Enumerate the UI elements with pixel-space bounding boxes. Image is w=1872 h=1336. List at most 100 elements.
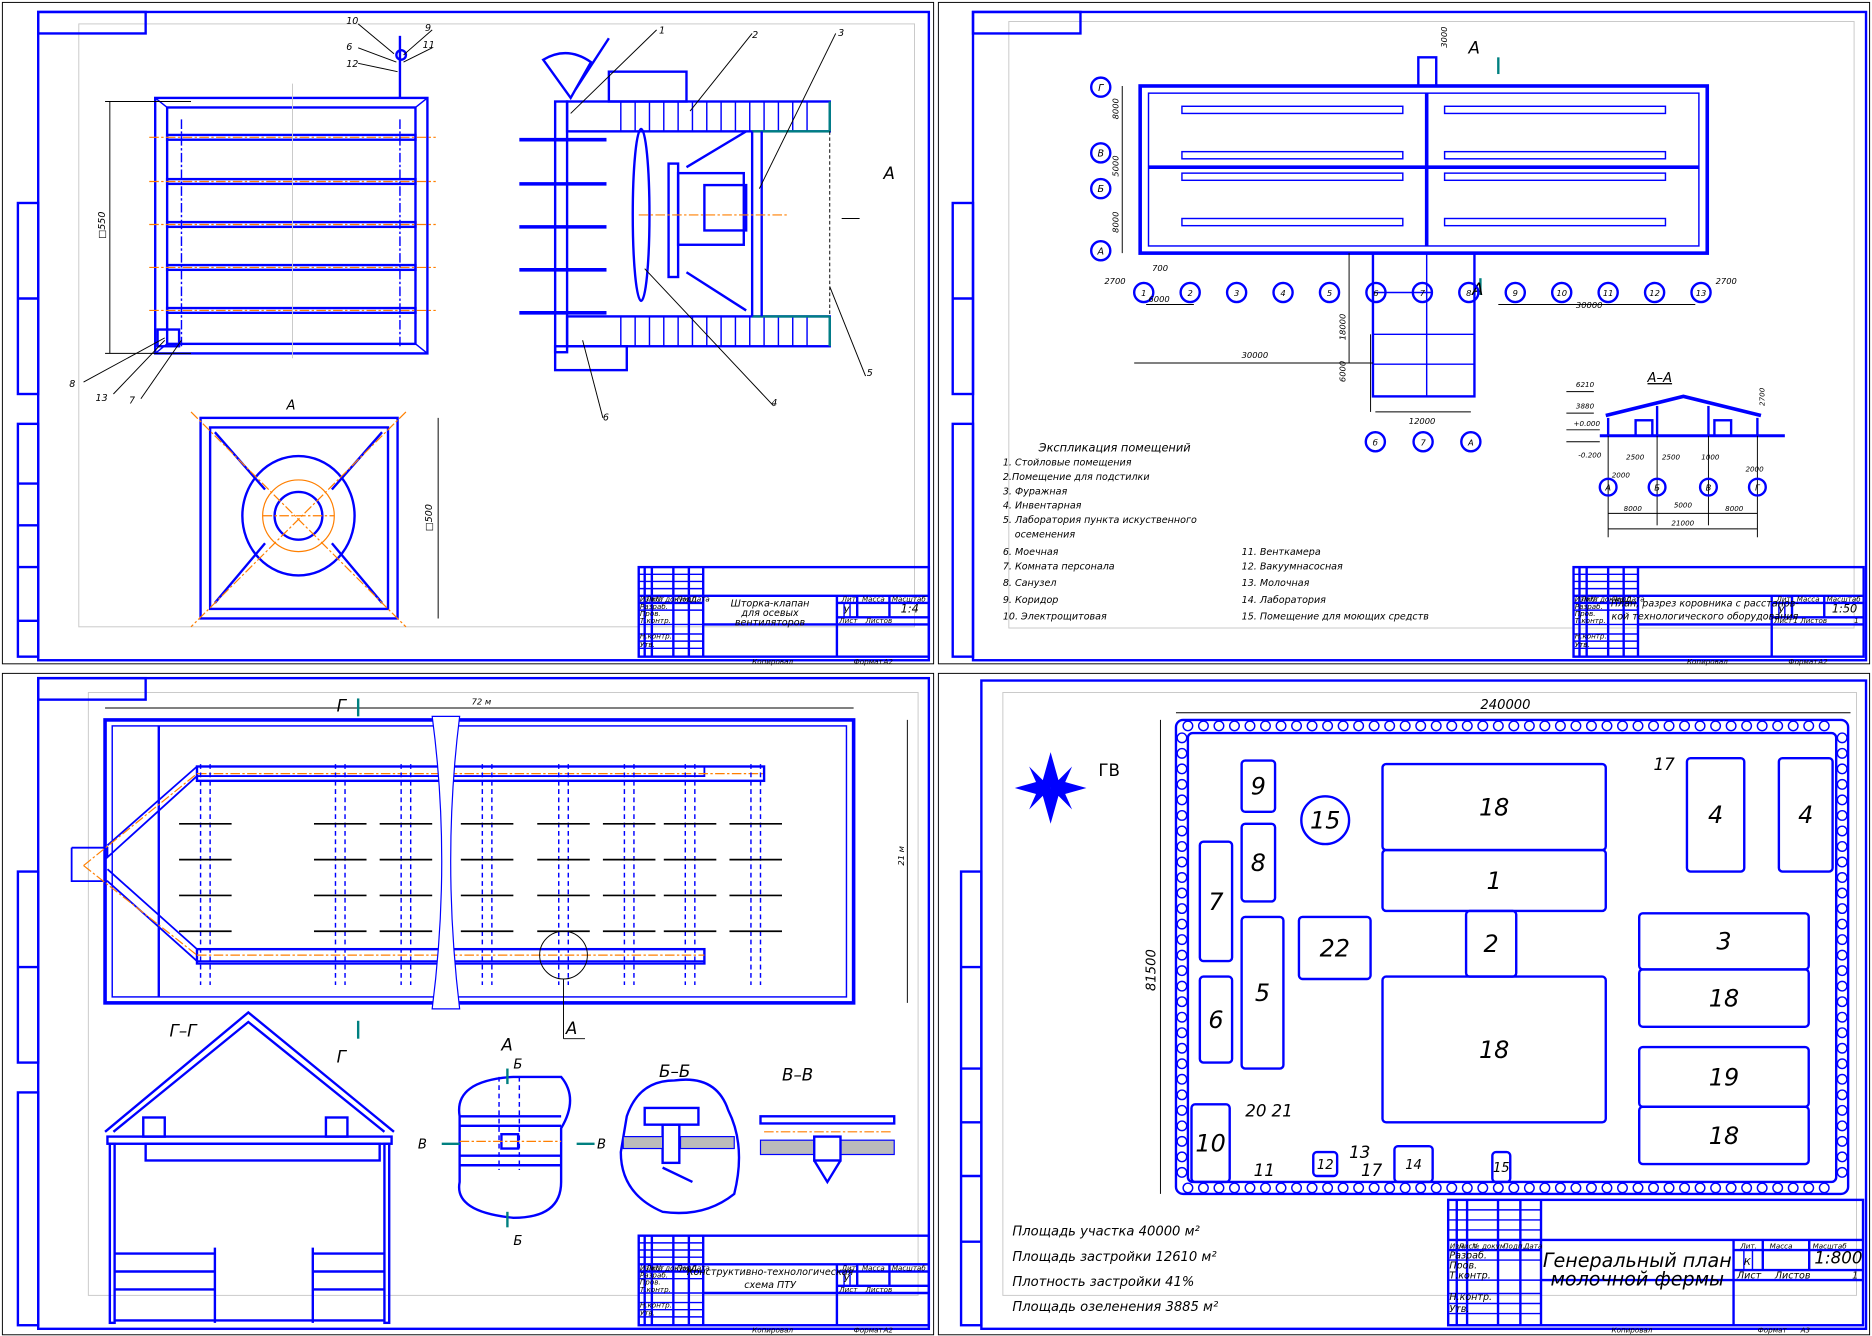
svg-text:3: 3 xyxy=(1234,288,1239,298)
svg-text:Б–Б: Б–Б xyxy=(659,1061,690,1081)
svg-text:21 м: 21 м xyxy=(896,846,906,866)
svg-text:В: В xyxy=(597,1138,606,1153)
barn-floor-plan: А А ГВБА1 2 3 4 5 6 7 8 9 10 11 12 13б 7 А 8000 5000 8… xyxy=(1090,27,1737,453)
svg-text:Копировал: Копировал xyxy=(1611,1325,1652,1334)
building-number: 18 xyxy=(1479,793,1509,821)
drawing-title: вентиляторов xyxy=(735,618,806,629)
explication-item: 1. Стойловые помещения xyxy=(1003,458,1132,469)
explication-of-rooms: Экспликация помещений 1. Стойловые помещ… xyxy=(1003,440,1429,622)
svg-text:Листов: Листов xyxy=(1774,1270,1811,1281)
svg-text:1: 1 xyxy=(1852,1270,1858,1281)
svg-text:Масса: Масса xyxy=(1770,1241,1793,1250)
svg-text:81500: 81500 xyxy=(1145,949,1160,991)
building-number: 21 xyxy=(1271,1100,1292,1120)
section-b-b: Б–Б xyxy=(619,1061,741,1215)
svg-text:Копировал: Копировал xyxy=(1687,657,1728,666)
site-statistics: Площадь участка 40000 м² Площадь застрой… xyxy=(1012,1225,1219,1315)
svg-text:10: 10 xyxy=(346,16,358,27)
svg-text:8000: 8000 xyxy=(1111,98,1121,119)
svg-text:8: 8 xyxy=(69,379,75,390)
building-number: 20 xyxy=(1245,1100,1266,1120)
svg-text:2700: 2700 xyxy=(1758,387,1767,406)
svg-text:Листов: Листов xyxy=(865,1285,893,1294)
svg-text:Т.контр.: Т.контр. xyxy=(640,1285,671,1294)
svg-text:А2: А2 xyxy=(882,657,893,666)
svg-text:б: б xyxy=(1373,437,1378,447)
stall-row xyxy=(1181,172,1404,182)
svg-text:8: 8 xyxy=(1466,288,1471,298)
svg-text:1:800: 1:800 xyxy=(1814,1247,1862,1267)
svg-text:12: 12 xyxy=(346,59,358,70)
drawing-sheets: □550 10 6 12 9 11 8 13 7 А □500 А 1 2 3 … xyxy=(1,1,1871,1336)
svg-text:6000: 6000 xyxy=(1149,294,1170,304)
svg-text:Площадь застройки 12610 м²: Площадь застройки 12610 м² xyxy=(1012,1250,1217,1265)
building-number: 11 xyxy=(1254,1160,1275,1180)
svg-text:Формат: Формат xyxy=(854,1325,884,1334)
svg-text:9: 9 xyxy=(425,23,431,34)
svg-text:А–А: А–А xyxy=(1647,371,1673,386)
svg-text:Т.контр.: Т.контр. xyxy=(640,616,671,625)
svg-text:13: 13 xyxy=(96,393,108,404)
svg-text:А3: А3 xyxy=(1800,1325,1811,1334)
svg-text:6: 6 xyxy=(1373,288,1378,298)
svg-text:240000: 240000 xyxy=(1480,698,1530,713)
explication-item: осеменения xyxy=(1015,529,1076,540)
building-number: 1 xyxy=(1487,867,1502,895)
svg-text:-0.200: -0.200 xyxy=(1578,450,1602,459)
explication-item: 9. Коридор xyxy=(1003,595,1059,606)
svg-text:Н.контр.: Н.контр. xyxy=(1449,1292,1492,1303)
building-number: 22 xyxy=(1320,934,1350,962)
building-number: 17 xyxy=(1654,754,1676,774)
svg-text:1000: 1000 xyxy=(1701,453,1720,462)
detail-a: А Б Б В В xyxy=(418,1035,606,1250)
svg-text:7: 7 xyxy=(129,396,135,407)
svg-text:Плотность застройки 41%: Плотность застройки 41% xyxy=(1012,1275,1194,1290)
svg-text:15: 15 xyxy=(1310,807,1340,835)
svg-text:В: В xyxy=(418,1138,427,1153)
drawing-title: молочной фермы xyxy=(1550,1267,1724,1290)
drawing-title: схема ПТУ xyxy=(744,1280,797,1291)
svg-text:2700: 2700 xyxy=(1716,276,1737,286)
section-g-g: Г–Г xyxy=(104,1010,395,1325)
svg-text:А: А xyxy=(565,1018,577,1038)
explication-item: 11. Венткамера xyxy=(1242,547,1321,558)
svg-text:30000: 30000 xyxy=(1576,300,1603,310)
svg-text:Копировал: Копировал xyxy=(752,657,793,666)
svg-text:В: В xyxy=(1706,483,1712,493)
sheet-4-site-plan: 240000 81500 18121831819184 498756221012 1… xyxy=(937,672,1871,1336)
building-number: 18 xyxy=(1709,984,1739,1012)
svg-text:А: А xyxy=(1467,38,1479,58)
svg-text:А2: А2 xyxy=(882,1325,893,1334)
svg-text:Лист: Лист xyxy=(1736,1270,1762,1281)
svg-text:Г: Г xyxy=(1098,83,1104,94)
svg-text:11: 11 xyxy=(423,40,435,51)
svg-text:5: 5 xyxy=(1327,288,1332,298)
svg-text:3880: 3880 xyxy=(1576,401,1595,410)
svg-text:7: 7 xyxy=(1420,288,1426,298)
building-number: 3 xyxy=(1716,928,1731,956)
svg-text:А: А xyxy=(286,399,296,414)
svg-text:Б: Б xyxy=(513,1234,522,1249)
drawing-title: кой технологического оборудования xyxy=(1611,612,1798,623)
svg-text:3: 3 xyxy=(838,28,844,39)
explication-item: 4. Инвентарная xyxy=(1003,501,1082,512)
svg-text:8000: 8000 xyxy=(1725,504,1744,513)
svg-text:Утв.: Утв. xyxy=(1449,1304,1469,1315)
svg-text:21000: 21000 xyxy=(1671,518,1694,527)
svg-text:Листов: Листов xyxy=(865,616,893,625)
explication-item: 15. Помещение для моющих средств xyxy=(1242,612,1430,623)
sheet-2-barn-plan: А А ГВБА1 2 3 4 5 6 7 8 9 10 11 12 13б 7 А 8000 5000 8… xyxy=(937,1,1871,666)
sheet-3-ventilation-scheme: А 72 м 21 м Г Г Г–Г А Б Б В В Б–Б В–В Из… xyxy=(1,672,935,1336)
drawing-title: План, разрез коровника с расстанов- xyxy=(1611,599,1800,610)
svg-text:18000: 18000 xyxy=(1337,314,1347,341)
title-block-sheet-1: ИзмЛист№ докум.Подп.ДатаРазраб.Пров.Т.ко… xyxy=(637,565,931,666)
svg-text:Г: Г xyxy=(337,1047,348,1067)
building-number: 12 xyxy=(1317,1158,1334,1173)
building-number: 4 xyxy=(1708,801,1723,829)
site-general-plan: 240000 81500 18121831819184 498756221012 1… xyxy=(1014,698,1851,1196)
svg-text:5: 5 xyxy=(867,368,873,379)
valve-section-view: А 1 2 3 4 5 6 xyxy=(519,25,895,423)
svg-text:8000: 8000 xyxy=(1624,504,1643,513)
explication-item: 14. Лаборатория xyxy=(1242,595,1327,606)
svg-text:Масса: Масса xyxy=(862,595,885,604)
